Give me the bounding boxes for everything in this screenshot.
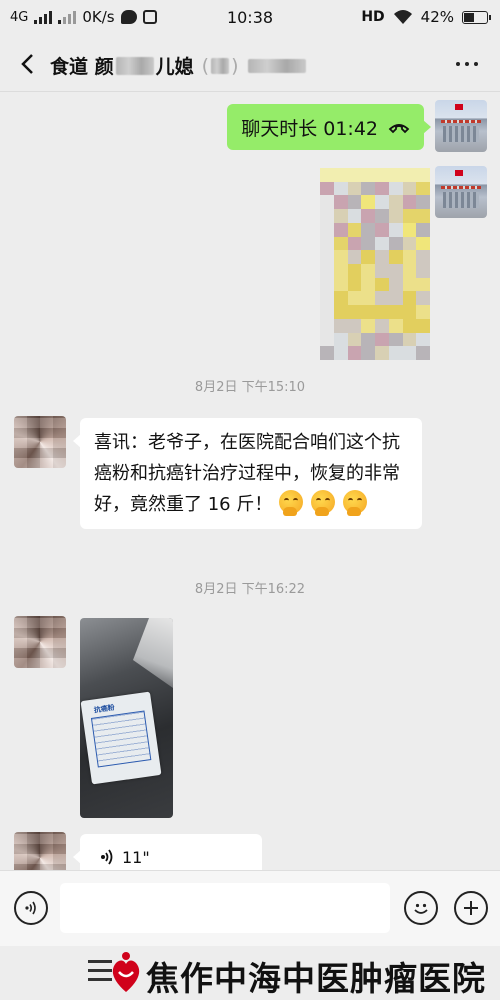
emoji-icon[interactable] xyxy=(404,891,438,925)
self-avatar[interactable] xyxy=(435,100,487,152)
phone-hangup-icon xyxy=(388,124,410,134)
plus-icon[interactable] xyxy=(454,891,488,925)
message-input[interactable] xyxy=(60,883,390,933)
input-bar xyxy=(0,870,500,946)
hd-label: HD xyxy=(361,9,385,25)
hospital-logo xyxy=(112,952,140,992)
chat-title: 食道 颜 儿媳 ( ) xyxy=(50,52,307,79)
hugging-emoji-icon xyxy=(279,490,304,516)
redacted-name xyxy=(115,56,154,75)
packet-label: 抗癌粉 xyxy=(93,703,116,715)
timestamp-1: 8月2日 下午15:10 xyxy=(194,380,306,395)
pixelated-image[interactable] xyxy=(320,168,430,360)
battery-icon xyxy=(462,10,491,24)
medicine-packet: 抗癌粉 xyxy=(80,691,162,785)
title-bar: 食道 颜 儿媳 ( ) xyxy=(0,36,500,92)
contact-avatar[interactable] xyxy=(14,416,66,468)
status-bar: 4G 0K/s 10:38 HD 42% xyxy=(0,0,500,36)
redacted-tag: ( xyxy=(201,54,210,77)
status-right: HD 42% xyxy=(361,8,491,26)
contact-avatar-3[interactable] xyxy=(14,832,66,870)
timestamp-2: 8月2日 下午16:22 xyxy=(194,582,306,597)
voice-message-bubble[interactable]: 11" xyxy=(73,834,262,870)
voice-wave-icon xyxy=(101,849,113,865)
photo-message[interactable]: 抗癌粉 xyxy=(80,618,173,818)
chat-title-prefix: 食道 颜 xyxy=(50,56,114,78)
call-duration-bubble[interactable]: 聊天时长 01:42 xyxy=(227,104,431,150)
call-duration-label: 聊天时长 01:42 xyxy=(241,117,378,140)
redacted-tag-close: ) xyxy=(231,54,239,77)
watermark-text: 焦作中海中医肿瘤医院 xyxy=(146,959,486,998)
battery-percent: 42% xyxy=(420,8,454,26)
text-message-bubble[interactable]: 喜讯：老爷子，在医院配合咱们这个抗癌粉和抗癌针治疗过程中，恢复的非常好，竟然重了… xyxy=(73,418,422,529)
self-avatar-2[interactable] xyxy=(435,166,487,218)
chat-title-mid: 儿媳 xyxy=(155,56,194,78)
hugging-emoji-icon xyxy=(342,490,367,516)
chevron-left-icon[interactable] xyxy=(14,50,40,78)
wifi-icon xyxy=(393,10,412,24)
chat-area[interactable]: 聊天时长 01:42 8月2日 下午15:10 喜讯：老爷子，在医院配合咱们这个… xyxy=(0,92,500,870)
watermark-bar: 焦作中海中医肿瘤医院 xyxy=(0,946,500,1000)
redacted-date xyxy=(248,58,307,73)
more-dots-icon[interactable] xyxy=(456,62,478,66)
contact-avatar-2[interactable] xyxy=(14,616,66,668)
voice-toggle-icon[interactable] xyxy=(14,891,48,925)
hugging-emoji-icon xyxy=(310,490,335,516)
redacted-tag-content xyxy=(211,57,230,74)
voice-duration: 11" xyxy=(122,847,150,867)
